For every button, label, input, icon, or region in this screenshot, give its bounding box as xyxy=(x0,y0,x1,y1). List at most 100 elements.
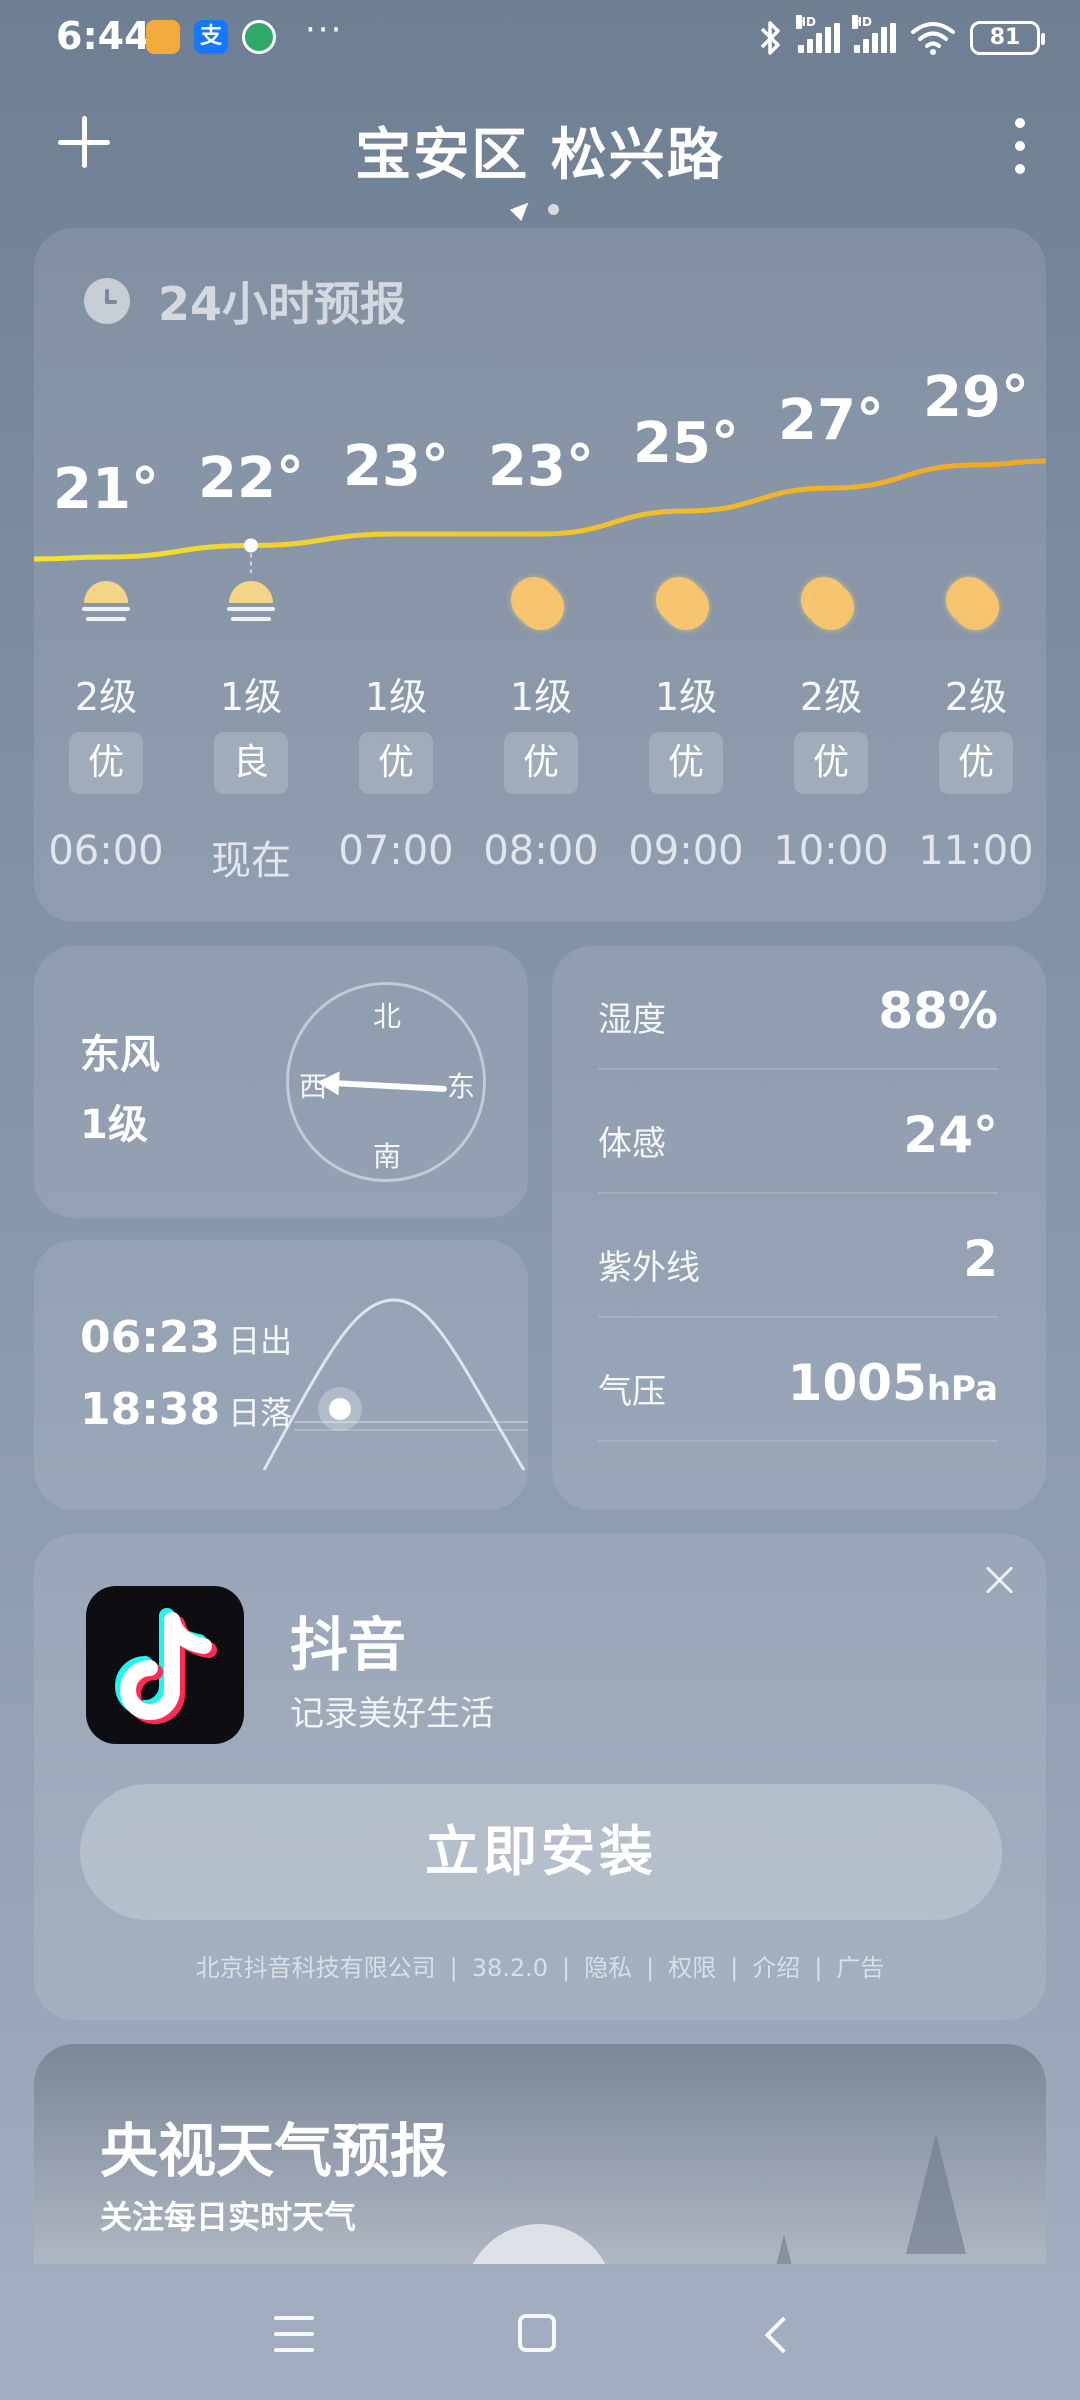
sunrise-sunset-card[interactable]: 06:23 日出 18:38 日落 xyxy=(34,1240,528,1510)
cctv-weather-card[interactable]: 央视天气预报 关注每日实时天气 xyxy=(34,2044,1046,2264)
back-icon[interactable] xyxy=(764,2316,802,2354)
tree-illustration xyxy=(769,2234,799,2264)
bluetooth-icon xyxy=(760,21,780,55)
hour-wind-level: 2级 xyxy=(74,675,138,719)
sun-icon xyxy=(511,577,564,630)
sunset-time: 18:38 xyxy=(80,1384,221,1435)
hour-wind-level: 1级 xyxy=(654,675,718,719)
page-indicator xyxy=(509,196,559,222)
wind-card[interactable]: 东风 1级 北 南 西 东 xyxy=(34,946,528,1218)
hour-temp: 27° xyxy=(778,388,884,453)
douyin-logo-icon xyxy=(86,1586,244,1744)
detail-value: 88% xyxy=(878,982,998,1040)
hour-time: 10:00 xyxy=(773,828,889,874)
page-dot xyxy=(548,203,559,215)
wifi-icon xyxy=(911,22,955,55)
ad-developer: 北京抖音科技有限公司 xyxy=(195,1954,436,1982)
sun-icon xyxy=(656,577,709,630)
tree-illustration xyxy=(906,2134,966,2254)
sunrise-time: 06:23 xyxy=(80,1312,221,1363)
cctv-subtitle: 关注每日实时天气 xyxy=(100,2198,357,2236)
partly-cloudy-icon xyxy=(366,577,426,637)
compass: 北 南 西 东 xyxy=(286,982,486,1182)
detail-value: 2 xyxy=(963,1230,998,1288)
detail-value-wrap: 1005hPa xyxy=(788,1354,998,1412)
hour-aqi-badge: 优 xyxy=(504,732,578,794)
detail-humidity: 湿度 88% xyxy=(598,946,998,1070)
hour-aqi-badge: 优 xyxy=(794,732,868,794)
detail-value: 1005 xyxy=(787,1354,927,1412)
detail-label: 体感 xyxy=(598,1124,666,1164)
navigation-bar xyxy=(0,2266,1080,2400)
more-options-button[interactable] xyxy=(1010,118,1030,174)
hour-aqi-badge: 优 xyxy=(69,732,143,794)
detail-uv: 紫外线 2 xyxy=(598,1194,998,1318)
ad-permissions-link[interactable]: 权限 xyxy=(668,1954,716,1982)
close-icon[interactable] xyxy=(984,1564,1016,1596)
location-arrow-icon xyxy=(509,196,535,222)
ad-footer: 北京抖音科技有限公司 | 38.2.0 | 隐私 | 权限 | 介绍 | 广告 xyxy=(195,1954,885,1982)
detail-label: 湿度 xyxy=(598,1000,666,1040)
detail-label: 气压 xyxy=(598,1372,666,1412)
detail-label: 紫外线 xyxy=(598,1248,700,1288)
details-card[interactable]: 湿度 88% 体感 24° 紫外线 2 气压 1005hPa xyxy=(552,946,1046,1510)
ad-app-slogan: 记录美好生活 xyxy=(290,1694,494,1734)
hour-temp: 22° xyxy=(198,445,304,511)
detail-value: 24° xyxy=(903,1106,998,1164)
compass-south: 南 xyxy=(373,1140,402,1173)
hourly-forecast-card[interactable]: 24小时预报 21° 2级优 06:00 22° 1级良现在 23° 1级优 07:00 23°… xyxy=(34,228,1046,922)
hour-wind-level: 2级 xyxy=(799,675,863,719)
signal-icon-2: HD xyxy=(852,15,896,53)
ad-intro-link[interactable]: 介绍 xyxy=(752,1954,800,1982)
install-button[interactable]: 立即安装 xyxy=(80,1784,1002,1920)
hour-temp: 25° xyxy=(633,411,739,476)
ad-card[interactable]: 抖音 记录美好生活 立即安装 北京抖音科技有限公司 | 38.2.0 | 隐私 | 权限 | 介… xyxy=(34,1534,1046,2020)
detail-unit: hPa xyxy=(926,1369,998,1409)
hour-time: 09:00 xyxy=(628,828,744,874)
compass-east: 东 xyxy=(447,1070,476,1103)
moon-illustration xyxy=(464,2224,614,2264)
ad-label: 广告 xyxy=(836,1954,885,1982)
sun-arc-icon xyxy=(262,1298,528,1471)
hour-time: 07:00 xyxy=(338,828,454,874)
header: 宝安区 松兴路 xyxy=(0,90,1080,222)
status-bar: 6:44 支 ··· HD HD 81 xyxy=(0,0,1080,78)
hour-aqi-badge: 优 xyxy=(359,732,433,794)
wind-arrow-icon xyxy=(330,1079,448,1093)
hour-temp: 21° xyxy=(53,457,159,522)
compass-north: 北 xyxy=(373,1000,402,1033)
hour-wind-level: 1级 xyxy=(509,675,573,719)
more-notifications-icon: ··· xyxy=(305,10,344,50)
hour-wind-level: 2级 xyxy=(944,675,1008,719)
alipay-icon: 支 xyxy=(194,20,228,54)
hour-time: 现在 xyxy=(211,838,291,884)
hour-aqi-badge: 良 xyxy=(214,732,288,794)
hour-temp: 29° xyxy=(923,365,1029,430)
battery-icon: 81 xyxy=(970,21,1045,55)
menu-icon[interactable] xyxy=(274,2316,314,2352)
sun-icon xyxy=(801,577,854,630)
hour-time: 08:00 xyxy=(483,828,599,874)
wind-direction: 东风 xyxy=(80,1032,160,1078)
sun-icon xyxy=(946,577,999,630)
detail-feels-like: 体感 24° xyxy=(598,1070,998,1194)
ad-privacy-link[interactable]: 隐私 xyxy=(584,1954,632,1982)
home-icon[interactable] xyxy=(518,2314,556,2352)
cctv-title: 央视天气预报 xyxy=(100,2117,449,2185)
moon-half-icon xyxy=(76,577,136,637)
hour-wind-level: 1级 xyxy=(219,675,283,719)
signal-icon: HD xyxy=(796,15,840,53)
hour-temp: 23° xyxy=(488,434,594,499)
status-time: 6:44 xyxy=(56,14,151,58)
temperature-curve xyxy=(34,458,1046,573)
hour-time: 06:00 xyxy=(48,828,164,874)
hour-aqi-badge: 优 xyxy=(649,732,723,794)
wind-level: 1级 xyxy=(80,1102,148,1148)
bank-icon xyxy=(242,20,276,54)
hour-time: 11:00 xyxy=(918,828,1034,874)
moon-half-icon xyxy=(221,577,281,637)
hour-temp: 23° xyxy=(343,434,449,499)
ad-version: 38.2.0 xyxy=(471,1954,549,1982)
notes-icon xyxy=(146,20,180,54)
hour-wind-level: 1级 xyxy=(364,675,428,719)
